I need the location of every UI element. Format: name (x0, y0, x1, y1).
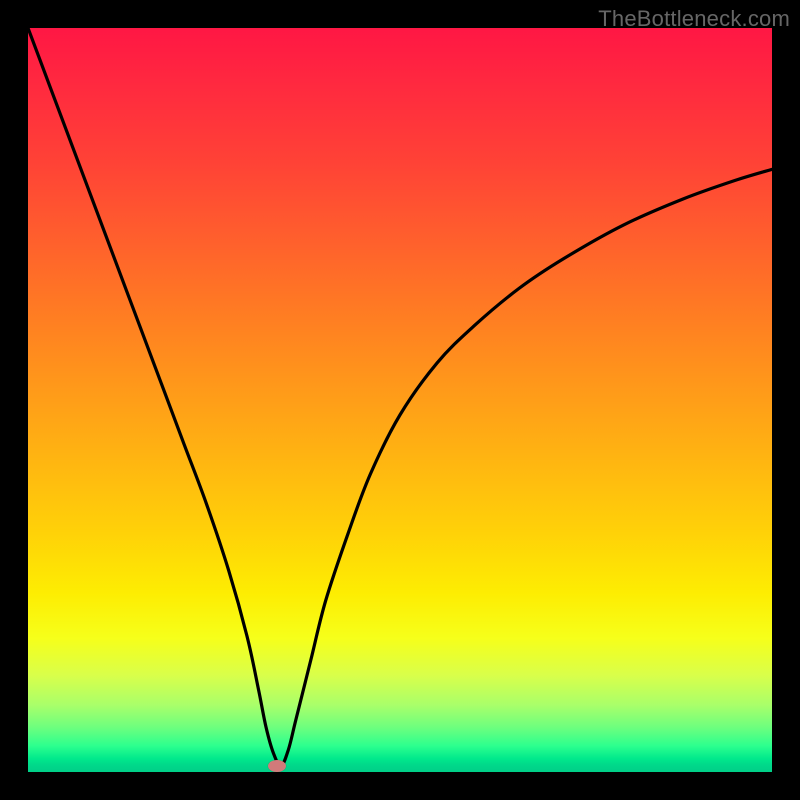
severity-gradient-background (28, 28, 772, 772)
optimal-point-marker (268, 760, 286, 772)
watermark-text: TheBottleneck.com (598, 6, 790, 32)
plot-area (28, 28, 772, 772)
chart-container: TheBottleneck.com (0, 0, 800, 800)
